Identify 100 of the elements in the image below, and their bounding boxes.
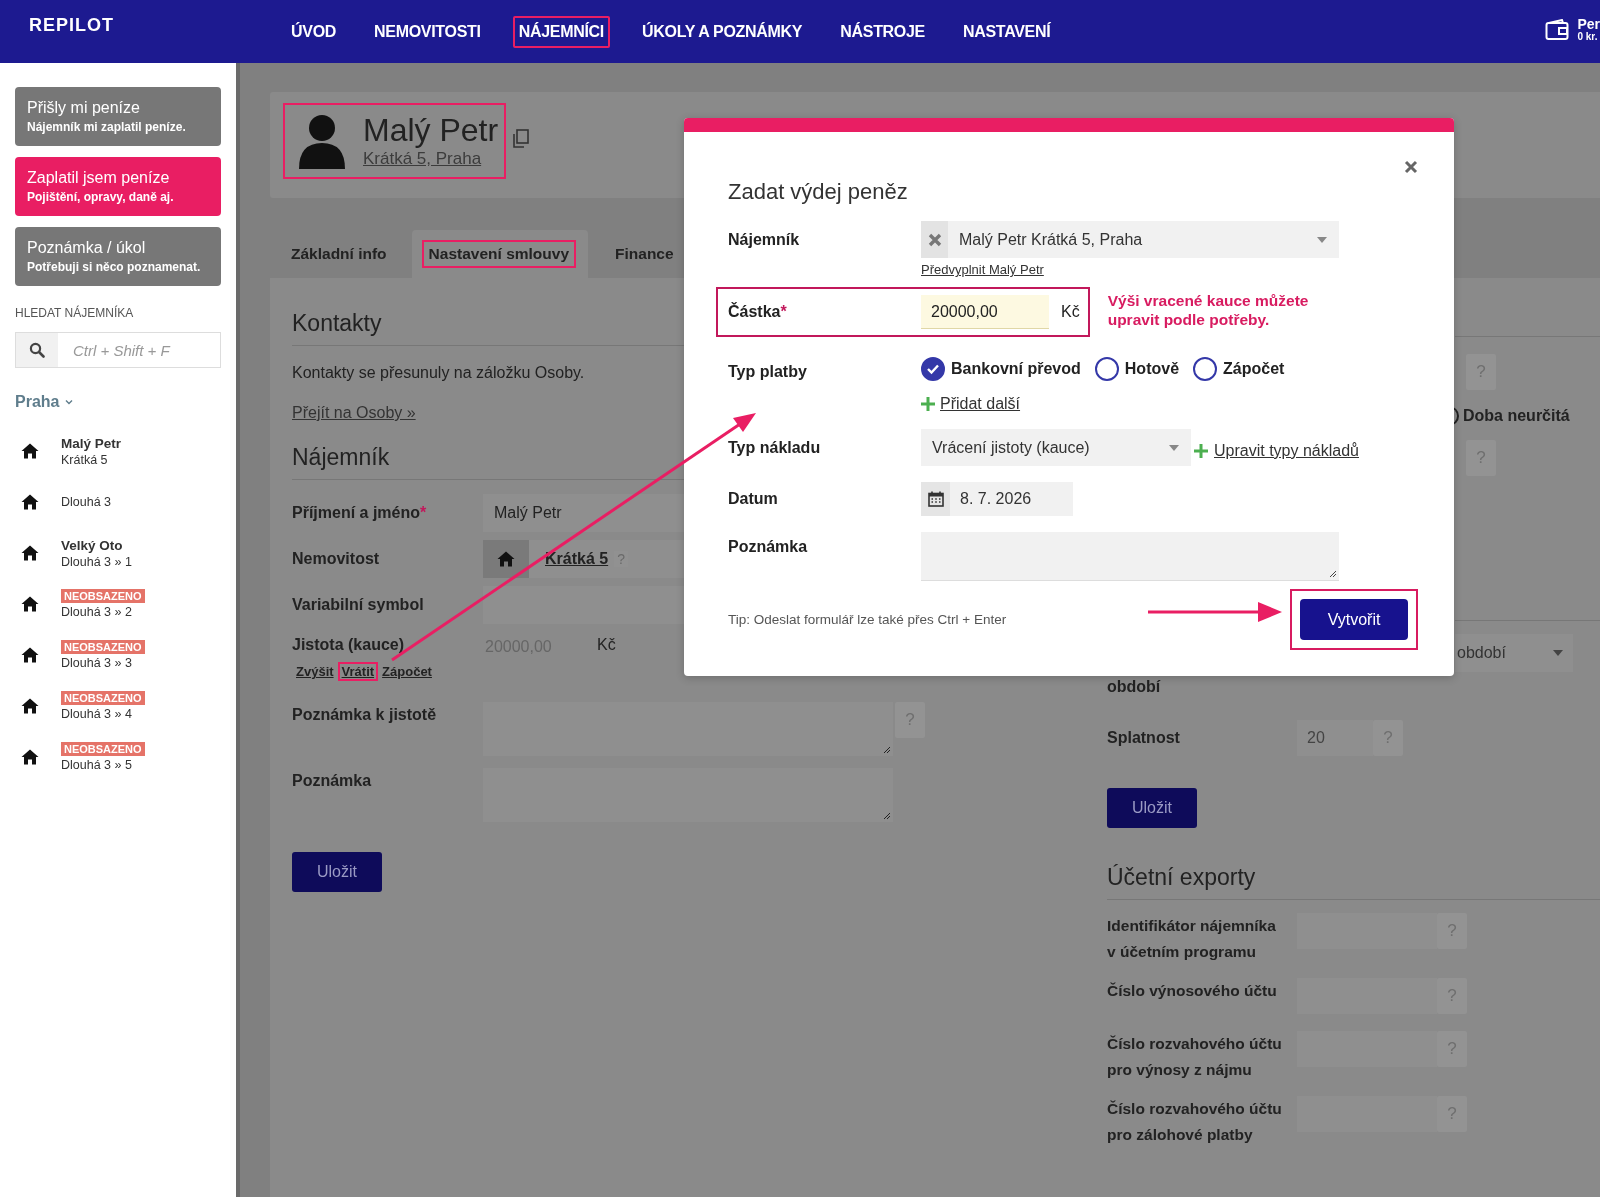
check-icon: [926, 363, 940, 375]
tip-text: Tip: Odeslat formulář lze také přes Ctrl + Enter: [728, 612, 1007, 627]
resize-grip-icon[interactable]: [882, 745, 891, 754]
property-address[interactable]: Dlouhá 3 » 5: [61, 758, 132, 772]
prefill-link[interactable]: Předvyplnit Malý Petr: [921, 262, 1044, 277]
group-label[interactable]: Praha: [15, 393, 60, 411]
radio-option[interactable]: Hotově: [1094, 357, 1180, 381]
deposit-link[interactable]: Zápočet: [378, 662, 436, 681]
chevron-icon[interactable]: [64, 397, 75, 407]
field-label: Nájemník: [728, 230, 801, 249]
field-label: Identifikátor nájemníka v účetním programu: [1107, 916, 1277, 962]
close-icon[interactable]: [1404, 160, 1418, 174]
nav-item[interactable]: ÚVOD: [285, 15, 343, 48]
field-label: Částka*: [728, 303, 788, 321]
deposit-link[interactable]: Vrátit: [337, 662, 379, 681]
house-icon[interactable]: [21, 647, 39, 663]
house-icon[interactable]: [21, 494, 39, 510]
amount-field[interactable]: 20000,00: [921, 295, 1049, 329]
vacancy-badge: NEOBSAZENO: [61, 691, 145, 705]
wallet-icon[interactable]: [1545, 18, 1570, 41]
field-label: Datum: [728, 490, 779, 508]
nav-item[interactable]: NEMOVITOSTI: [368, 15, 487, 48]
logo[interactable]: REPILOT: [0, 0, 240, 36]
currency-unit: Kč: [1061, 303, 1080, 321]
clear-icon[interactable]: [927, 232, 942, 247]
field-label: Typ platby: [728, 362, 808, 381]
property-address[interactable]: Dlouhá 3 » 1: [61, 554, 132, 569]
calendar-icon[interactable]: [927, 491, 944, 507]
currency-unit: Kč: [597, 636, 616, 654]
field-label: Jistota (kauce): [292, 636, 406, 654]
persons-link[interactable]: Přejít na Osoby »: [292, 404, 416, 422]
person-icon: [297, 113, 347, 169]
caret-icon: [1169, 444, 1179, 451]
house-icon[interactable]: [21, 545, 39, 561]
house-icon[interactable]: [21, 443, 39, 459]
dialog-title: Zadat výdej peněz: [728, 179, 908, 205]
nav-item[interactable]: ÚKOLY A POZNÁMKY: [636, 15, 809, 48]
radio-option[interactable]: Bankovní převod: [921, 357, 1081, 381]
tab[interactable]: Nastavení smlouvy: [411, 230, 589, 278]
annotation-text: Výši vracené kauce můžete upravit podle potřeby.: [1107, 291, 1310, 330]
resize-grip-icon[interactable]: [882, 811, 891, 820]
action-card[interactable]: Přišly mi peníze Nájemník mi zaplatil peníze.: [15, 87, 221, 146]
add-link[interactable]: Přidat další: [940, 395, 1021, 413]
property-address[interactable]: Dlouhá 3 » 3: [61, 656, 132, 670]
search-label: HLEDAT NÁJEMNÍKA: [15, 306, 135, 320]
plus-icon[interactable]: [1194, 443, 1208, 458]
save-button[interactable]: Uložit: [292, 852, 382, 892]
property-address[interactable]: Dlouhá 3 » 4: [61, 707, 132, 721]
radio-button[interactable]: [1193, 357, 1218, 381]
action-card[interactable]: Poznámka / úkol Potřebuji si něco poznamenat.: [15, 227, 221, 286]
resize-grip-icon[interactable]: [1328, 569, 1337, 578]
field-label: Příjmení a jméno*: [292, 504, 428, 522]
nav-item[interactable]: NÁSTROJE: [834, 15, 931, 48]
tenant-name[interactable]: Velký Oto: [61, 537, 123, 553]
plus-icon[interactable]: [921, 397, 935, 411]
field-label: Poznámka: [292, 771, 373, 790]
nav-item[interactable]: NASTAVENÍ: [957, 15, 1057, 48]
tenant-name[interactable]: Malý Petr: [61, 435, 122, 451]
account-name[interactable]: Per: [1577, 16, 1600, 32]
option-label[interactable]: Doba neurčitá: [1463, 407, 1570, 425]
radio-option[interactable]: Zápočet: [1193, 357, 1285, 381]
create-button[interactable]: Vytvořit: [1300, 599, 1408, 640]
tenant-name: Malý Petr: [363, 113, 499, 149]
caret-icon: [1553, 650, 1563, 656]
section-heading: Účetní exporty: [1107, 844, 1600, 900]
info-text: Kontakty se přesunuly na záložku Osoby.: [292, 364, 585, 382]
radio-button[interactable]: [921, 357, 945, 381]
field-label: Číslo rozvahového účtu pro zálohové platby: [1107, 1099, 1283, 1145]
caret-icon: [1317, 236, 1327, 243]
tenant-select[interactable]: Malý Petr Krátká 5, Praha: [921, 221, 1339, 258]
deposit-link[interactable]: Zvýšit: [292, 662, 338, 681]
copy-icon[interactable]: [512, 129, 531, 149]
house-icon[interactable]: [21, 698, 39, 714]
save-button[interactable]: Uložit: [1107, 788, 1197, 828]
vacancy-badge: NEOBSAZENO: [61, 742, 145, 756]
field-label: Poznámka k jistotě: [292, 705, 438, 724]
property-link[interactable]: Krátká 5: [545, 550, 609, 568]
field-label: Variabilní symbol: [292, 596, 425, 614]
house-icon[interactable]: [21, 749, 39, 765]
field-label: období: [1107, 678, 1161, 696]
note-field[interactable]: [921, 532, 1339, 581]
house-icon[interactable]: [21, 596, 39, 612]
field-label: Typ nákladu: [728, 438, 822, 457]
field-label: Číslo rozvahového účtu pro výnosy z nájmu: [1107, 1034, 1283, 1080]
address-link[interactable]: Krátká 5, Praha: [363, 148, 499, 169]
tab[interactable]: Základní info: [270, 230, 408, 278]
edit-types-link[interactable]: Upravit typy nákladů: [1214, 441, 1359, 460]
cost-type-select[interactable]: Vrácení jistoty (kauce): [921, 429, 1191, 466]
nav-item[interactable]: NÁJEMNÍCI: [512, 15, 610, 48]
action-card[interactable]: Zaplatil jsem peníze Pojištění, opravy, daně aj.: [15, 157, 221, 216]
property-address[interactable]: Dlouhá 3 » 2: [61, 605, 132, 619]
field-label: Splatnost: [1107, 729, 1181, 747]
property-address[interactable]: Krátká 5: [61, 452, 108, 467]
field-label: Nemovitost: [292, 550, 381, 568]
property-address[interactable]: Dlouhá 3: [61, 495, 112, 509]
period-select[interactable]: období: [1455, 634, 1573, 672]
radio-button[interactable]: [1094, 357, 1119, 381]
house-icon: [497, 551, 515, 567]
date-field[interactable]: 8. 7. 2026: [921, 482, 1073, 516]
field-label: Poznámka: [728, 537, 809, 556]
